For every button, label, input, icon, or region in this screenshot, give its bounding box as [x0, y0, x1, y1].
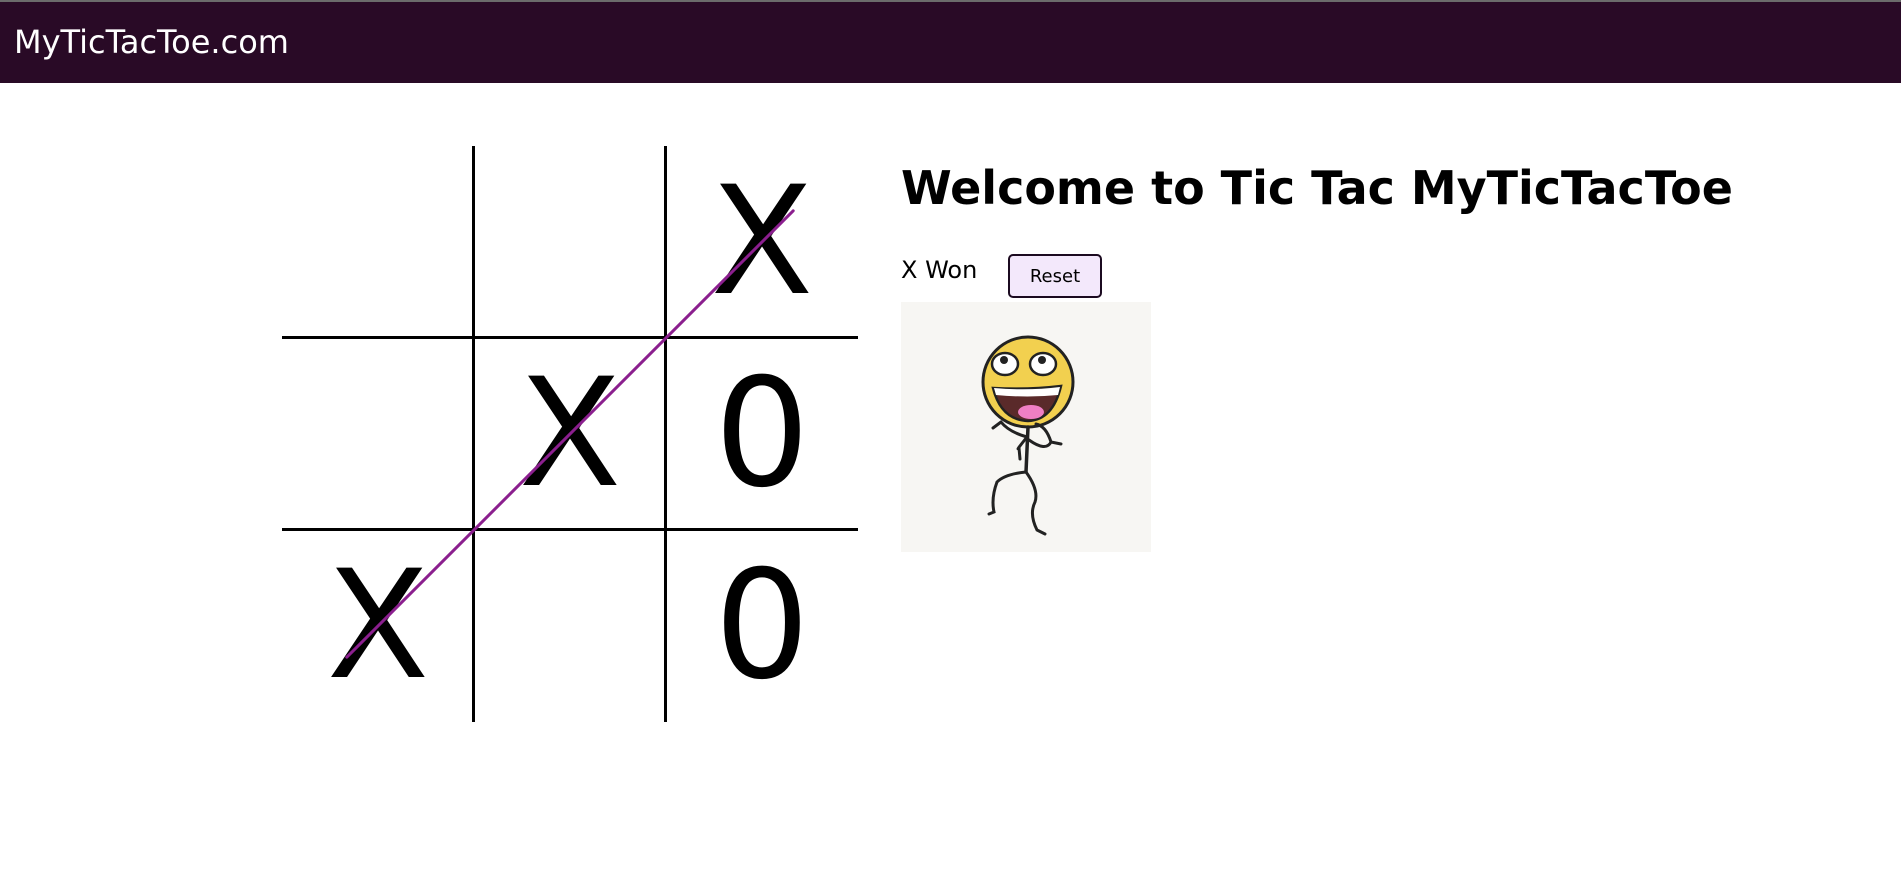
- board-cell-4[interactable]: [282, 338, 474, 530]
- board-cell-2[interactable]: [474, 146, 666, 338]
- board-cell-7[interactable]: X: [282, 530, 474, 722]
- winner-image: [901, 302, 1151, 552]
- board-cell-1[interactable]: [282, 146, 474, 338]
- happy-stick-figure-icon: [981, 335, 1075, 536]
- board-cell-6[interactable]: 0: [666, 338, 858, 530]
- board-cell-3[interactable]: X: [666, 146, 858, 338]
- board-cell-9[interactable]: 0: [666, 530, 858, 722]
- game-board: X X 0 X 0: [282, 146, 858, 722]
- game-status: X Won: [901, 256, 978, 284]
- top-bar: MyTicTacToe.com: [0, 0, 1901, 83]
- board-cell-5[interactable]: X: [474, 338, 666, 530]
- reset-button[interactable]: Reset: [1008, 254, 1102, 298]
- board-cell-8[interactable]: [474, 530, 666, 722]
- site-title[interactable]: MyTicTacToe.com: [14, 24, 289, 60]
- status-row: X Won Reset: [901, 254, 1201, 298]
- page-heading: Welcome to Tic Tac MyTicTacToe: [901, 161, 1733, 215]
- game-panel: Welcome to Tic Tac MyTicTacToe X Won Res…: [901, 160, 1733, 552]
